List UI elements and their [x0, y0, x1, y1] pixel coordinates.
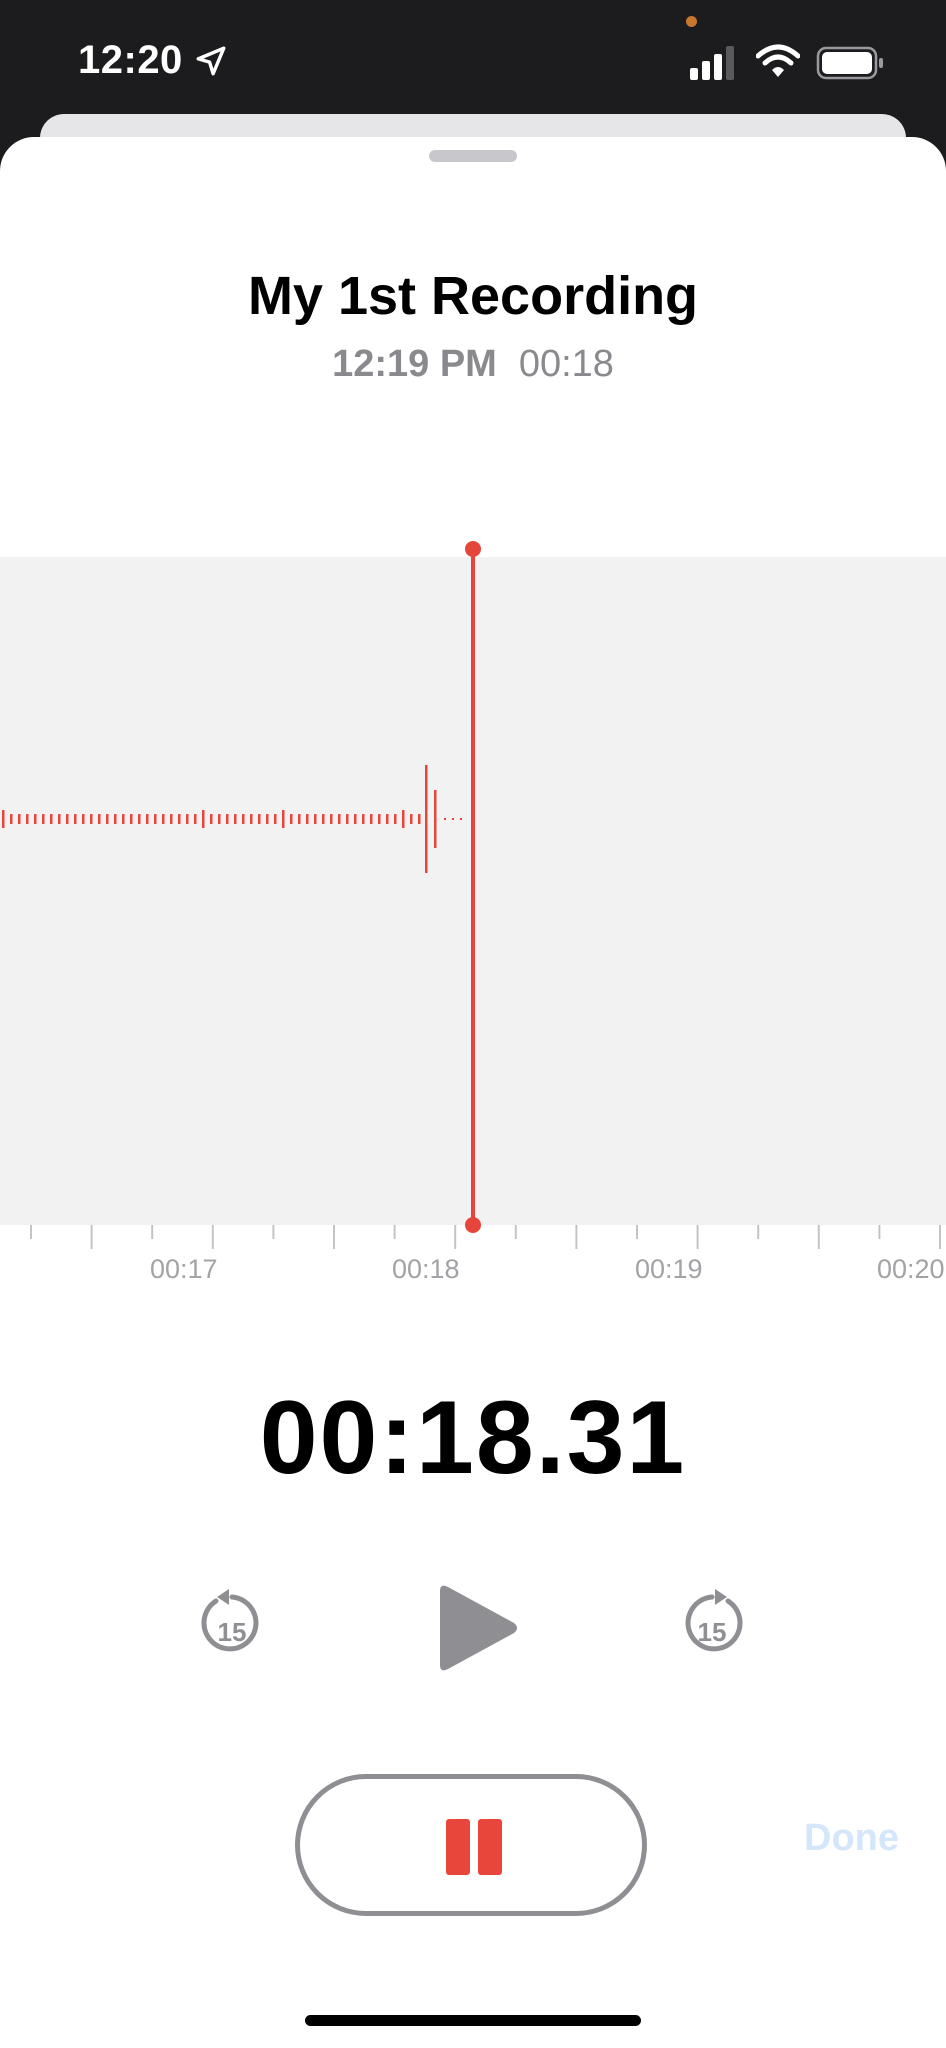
- waveform-dot: [460, 818, 462, 820]
- timeline-label-2: 00:18: [392, 1254, 460, 1284]
- recording-duration: 00:18: [518, 343, 614, 385]
- waveform-bar: [98, 814, 101, 824]
- waveform-bar: [114, 814, 117, 824]
- waveform-bar: [242, 814, 245, 824]
- waveform-bar: [330, 814, 333, 824]
- timeline-label-4: 00:20: [877, 1254, 945, 1284]
- recording-sheet: My 1st Recording 12:19 PM 00:18 00:17 00:…: [0, 137, 946, 2048]
- waveform-bar: [106, 814, 109, 824]
- waveform-bar: [218, 814, 221, 824]
- waveform-bar: [402, 810, 405, 828]
- waveform-bar: [298, 814, 301, 824]
- waveform-bar: [122, 814, 125, 824]
- camera-indicator-dot: [686, 16, 697, 27]
- pause-icon-right: [478, 1819, 502, 1875]
- waveform-bar: [346, 814, 349, 824]
- skip-back-label: 15: [218, 1617, 247, 1647]
- waveform-bar: [154, 814, 157, 824]
- waveform-bar: [2, 810, 5, 828]
- waveform-bar: [282, 810, 285, 828]
- waveform-bar: [162, 814, 165, 824]
- status-time: 12:20: [78, 38, 183, 82]
- skip-back-15-button[interactable]: 15: [196, 1587, 268, 1663]
- waveform-bar: [18, 814, 21, 824]
- pause-recording-button[interactable]: [295, 1774, 647, 1916]
- waveform-bar: [82, 814, 85, 824]
- waveform-bar: [386, 814, 389, 824]
- waveform-bar: [42, 814, 45, 824]
- waveform-bar: [194, 814, 197, 824]
- waveform-bar: [66, 814, 69, 824]
- home-indicator: [305, 2015, 641, 2026]
- waveform-bar: [258, 814, 261, 824]
- waveform-bar: [90, 814, 93, 824]
- waveform-bar: [290, 814, 293, 824]
- waveform-bar: [58, 814, 61, 824]
- waveform-bar: [34, 814, 37, 824]
- waveform-bar: [274, 814, 277, 824]
- waveform-bar: [378, 814, 381, 824]
- waveform-bar: [338, 814, 341, 824]
- pause-icon-left: [446, 1819, 470, 1875]
- waveform-bar: [322, 814, 325, 824]
- waveform-bar: [210, 814, 213, 824]
- waveform-bar: [170, 814, 173, 824]
- current-time: 00:18.31: [259, 1380, 687, 1496]
- skip-forward-label: 15: [698, 1617, 727, 1647]
- waveform-bar: [186, 814, 189, 824]
- waveform-bar: [138, 814, 141, 824]
- playhead[interactable]: [471, 551, 475, 1231]
- waveform-bar: [26, 814, 29, 824]
- waveform-dot: [452, 818, 454, 820]
- cellular-signal-icon: [690, 46, 734, 80]
- waveform-peak: [425, 765, 428, 873]
- recording-date: 12:19 PM: [332, 343, 497, 385]
- waveform-bar: [250, 814, 253, 824]
- sheet-grabber[interactable]: [429, 150, 517, 162]
- battery-icon: [816, 46, 883, 80]
- timeline-label-3: 00:19: [635, 1254, 703, 1284]
- waveform-bar: [178, 814, 181, 824]
- done-button[interactable]: Done: [804, 1817, 899, 1860]
- location-arrow-icon: [196, 46, 226, 76]
- waveform-bar: [314, 814, 317, 824]
- waveform-bar: [354, 814, 357, 824]
- waveform-bar: [394, 814, 397, 824]
- status-bar: 12:20: [0, 0, 946, 120]
- waveform-bar: [306, 814, 309, 824]
- waveform-bar: [266, 814, 269, 824]
- play-button[interactable]: [436, 1583, 520, 1673]
- timeline-ruler[interactable]: [0, 1225, 946, 1295]
- recording-title[interactable]: My 1st Recording: [0, 265, 946, 327]
- waveform-bar: [234, 814, 237, 824]
- waveform-dot: [444, 818, 446, 820]
- recording-meta: 12:19 PM 00:18: [0, 343, 946, 386]
- waveform-bar: [410, 814, 413, 824]
- waveform-bar: [418, 814, 421, 824]
- waveform-bar: [10, 814, 13, 824]
- skip-forward-15-button[interactable]: 15: [676, 1587, 748, 1663]
- timeline-label-1: 00:17: [150, 1254, 218, 1284]
- waveform-bar: [50, 814, 53, 824]
- waveform-bar: [130, 814, 133, 824]
- waveform-bar: [370, 814, 373, 824]
- waveform-bar: [74, 814, 77, 824]
- playhead-top-handle[interactable]: [465, 541, 481, 557]
- waveform-bar: [202, 810, 205, 828]
- waveform-bar: [362, 814, 365, 824]
- waveform-bar: [146, 814, 149, 824]
- waveform-peak: [434, 790, 437, 848]
- waveform-bar: [226, 814, 229, 824]
- wifi-icon: [756, 44, 800, 77]
